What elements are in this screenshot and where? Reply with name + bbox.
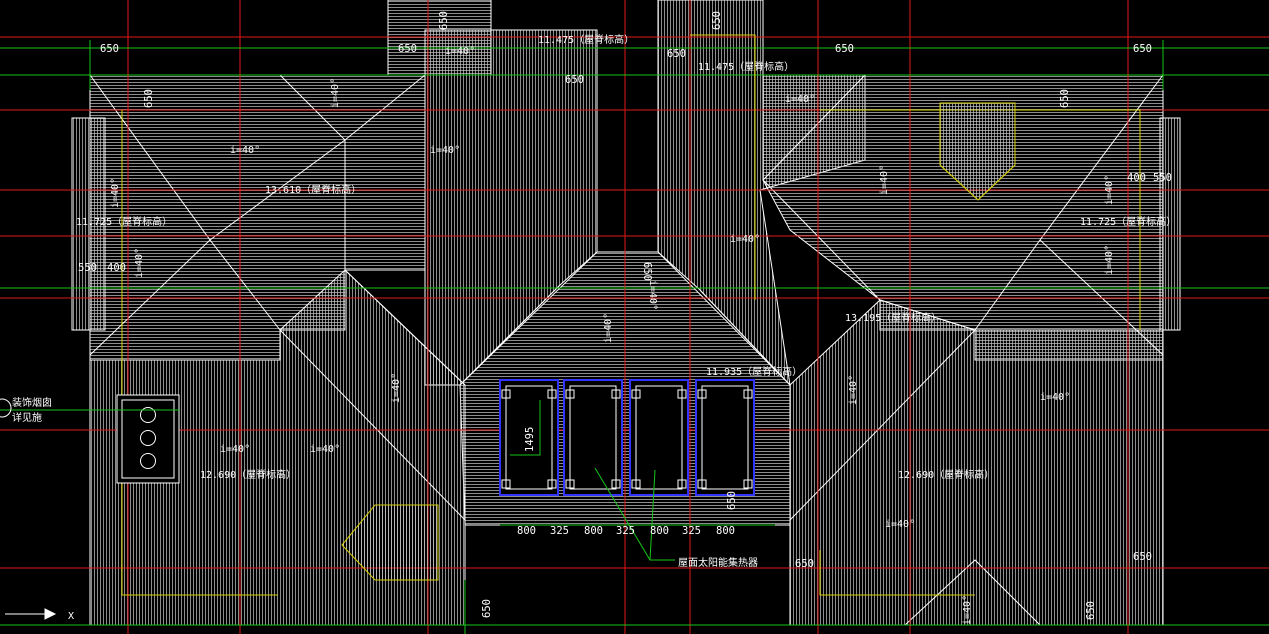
slope-label: i=40° — [603, 313, 614, 343]
dimension-label: 650 — [143, 89, 155, 108]
slope-label: i=40° — [330, 78, 341, 108]
slope-label: i=40° — [391, 373, 402, 403]
ucs-x-label: X — [68, 611, 74, 622]
chimney-icon — [116, 394, 180, 484]
chimney-note-1: 装饰烟囱 — [12, 396, 52, 409]
dimension-label: 650 — [481, 599, 493, 618]
dimension-label: 650 — [100, 43, 119, 55]
dimension-label: 650 — [726, 491, 738, 510]
section-marker — [0, 398, 12, 418]
dimension-label: 325 — [616, 525, 635, 537]
dimension-label: 800 — [650, 525, 669, 537]
solar-label: 屋面太阳能集热器 — [678, 556, 758, 569]
solar-collector — [629, 379, 689, 496]
slope-label: i=40° — [1040, 392, 1070, 403]
slope-label: i=40° — [310, 444, 340, 455]
dimension-label: 650 — [835, 43, 854, 55]
level-label: 11.475（屋脊标高） — [538, 33, 634, 46]
slope-label: i=40° — [785, 94, 815, 105]
dimension-label: 325 — [550, 525, 569, 537]
slope-label: i=40° — [110, 178, 121, 208]
level-label: 12.690（屋脊标高） — [200, 468, 296, 481]
solar-collector — [563, 379, 623, 496]
dimension-label: 650 — [711, 11, 723, 30]
solar-collector — [695, 379, 755, 496]
dimension-label: 650 — [667, 48, 686, 60]
dimension-label: 650 — [795, 558, 814, 570]
dimension-label: 1495 — [524, 427, 536, 452]
slope-label: i=40° — [1104, 245, 1115, 275]
level-label: 13.610（屋脊标高） — [265, 183, 361, 196]
slope-label: i=40° — [230, 145, 260, 156]
dimension-label: 400 — [1127, 172, 1146, 184]
dimension-label: 800 — [584, 525, 603, 537]
slope-label: i=40° — [885, 519, 915, 530]
dimension-label: 800 — [716, 525, 735, 537]
cad-roof-plan-canvas: X 装饰烟囱 详见施 屋面太阳能集热器 i=40° i=40° i=40° i=… — [0, 0, 1269, 634]
dimension-label: 400 — [107, 262, 126, 274]
ucs-axis-icon: X — [5, 608, 74, 622]
slope-label: i=40° — [220, 444, 250, 455]
dimension-label: 650 — [1133, 43, 1152, 55]
dimension-label: 650 — [398, 43, 417, 55]
slope-label: i=40° — [962, 595, 973, 625]
dimension-label: 800 — [517, 525, 536, 537]
dimension-label: 550 — [78, 262, 97, 274]
dimension-label: 650 — [641, 262, 653, 281]
slope-label: i=40° — [730, 234, 760, 245]
level-label: 13.195（屋脊标高） — [845, 311, 941, 324]
dimension-label: 550 — [1153, 172, 1172, 184]
dimension-label: 325 — [682, 525, 701, 537]
level-label: 11.475（屋脊标高） — [698, 60, 794, 73]
dimension-label: 650 — [1133, 551, 1152, 563]
dimension-label: 650 — [1085, 601, 1097, 620]
level-label: 12.690（屋脊标高） — [898, 468, 994, 481]
level-label: 11.725（屋脊标高） — [76, 215, 172, 228]
slope-label: i=40° — [1104, 175, 1115, 205]
level-label: 11.935（屋脊标高） — [706, 365, 802, 378]
slope-label: i=40° — [430, 145, 460, 156]
slope-label: i=40° — [848, 375, 859, 405]
slope-label: i=40° — [134, 248, 145, 278]
slope-label: i=40° — [647, 280, 658, 310]
dimension-label: 650 — [565, 74, 584, 86]
dimension-label: 650 — [1059, 89, 1071, 108]
dimension-label: 650 — [438, 11, 450, 30]
chimney-note-2: 详见施 — [12, 411, 42, 424]
level-label: 11.725（屋脊标高） — [1080, 215, 1176, 228]
slope-label: i=40° — [445, 46, 475, 57]
slope-label: i=40° — [879, 165, 890, 195]
